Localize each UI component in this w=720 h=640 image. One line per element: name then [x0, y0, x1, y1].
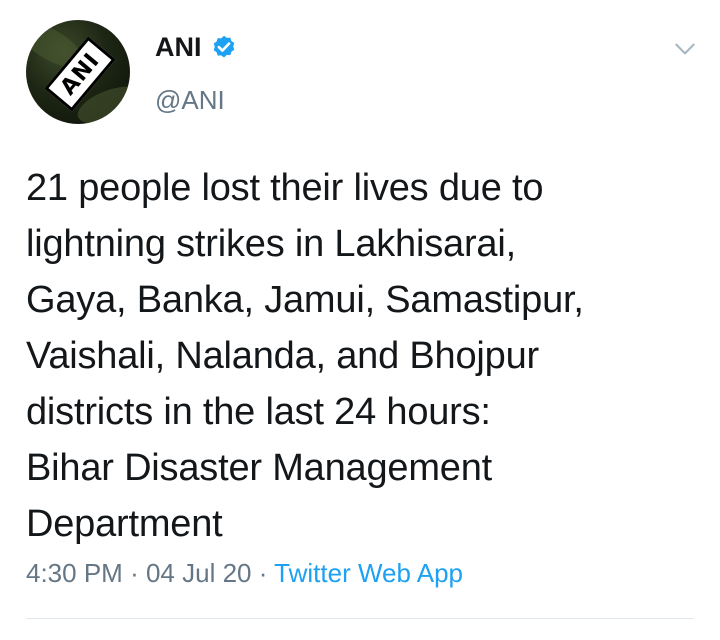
display-name[interactable]: ANI — [155, 32, 202, 63]
avatar[interactable]: ANI — [26, 20, 130, 124]
divider — [26, 618, 694, 619]
author-handle[interactable]: @ANI — [155, 85, 225, 116]
tweet-time[interactable]: 4:30 PM — [26, 558, 123, 588]
meta-separator: · — [130, 558, 139, 588]
chevron-down-icon[interactable] — [672, 36, 698, 62]
tweet-date[interactable]: 04 Jul 20 — [146, 558, 252, 588]
tweet-text: 21 people lost their lives due to lightn… — [26, 167, 584, 545]
author-name-row[interactable]: ANI — [155, 32, 238, 63]
tweet-metadata: 4:30 PM · 04 Jul 20 · Twitter Web App — [26, 558, 463, 589]
verified-badge-icon — [213, 35, 234, 57]
tweet-card: ANI ANI @ANI 21 people lost their lives … — [0, 0, 720, 640]
meta-separator: · — [258, 558, 268, 588]
tweet-source-link[interactable]: Twitter Web App — [274, 558, 463, 588]
